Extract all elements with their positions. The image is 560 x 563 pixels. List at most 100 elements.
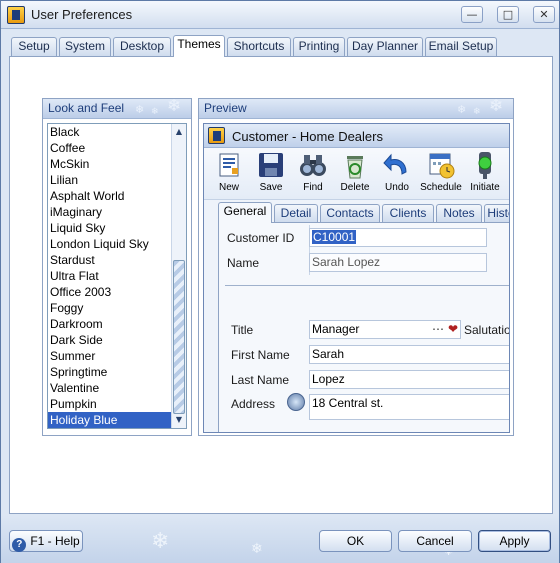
help-button[interactable]: ? F1 - Help	[9, 530, 83, 552]
general-form: Customer ID C10001 Name Sarah Lopez Titl…	[218, 222, 509, 432]
last-name-label: Last Name	[231, 373, 290, 387]
tab-system[interactable]: System	[59, 37, 111, 56]
theme-list-item[interactable]: iMaginary	[48, 204, 186, 220]
window-title: User Preferences	[31, 7, 133, 22]
globe-icon[interactable]	[287, 393, 305, 411]
maximize-button[interactable]: □	[497, 6, 519, 23]
tab-history[interactable]: Histo	[484, 204, 509, 222]
preview-window-title: Customer - Home Dealers	[232, 129, 383, 144]
new-icon	[219, 153, 239, 177]
theme-list-item[interactable]: Asphalt World	[48, 188, 186, 204]
salutation-label: Salutation	[464, 323, 509, 337]
theme-list-scrollbar[interactable]: ▲ ▼	[171, 124, 186, 428]
name-field[interactable]: Sarah Lopez	[309, 253, 487, 272]
theme-list-item[interactable]: Lilian	[48, 172, 186, 188]
theme-list-item[interactable]: Ultra Flat	[48, 268, 186, 284]
theme-list-item[interactable]: Summer	[48, 348, 186, 364]
look-and-feel-title: Look and Feel	[48, 101, 125, 115]
snowflake-icon: ❄	[457, 103, 467, 116]
title-bar[interactable]: User Preferences — □ ✕	[1, 1, 559, 29]
theme-list-item[interactable]: Stardust	[48, 252, 186, 268]
snowflake-icon: ❄	[135, 103, 145, 116]
last-name-field[interactable]: Lopez	[309, 370, 509, 389]
tab-shortcuts[interactable]: Shortcuts	[227, 37, 291, 56]
theme-list-item[interactable]: Foggy	[48, 300, 186, 316]
theme-list-item[interactable]: McSkin	[48, 156, 186, 172]
first-name-field[interactable]: Sarah	[309, 345, 509, 364]
look-and-feel-header: Look and Feel ❄ ❄ ❄	[43, 99, 191, 119]
find-label: Find	[303, 182, 323, 193]
preview-title-bar: Customer - Home Dealers	[204, 124, 509, 148]
tab-detail[interactable]: Detail	[274, 204, 318, 222]
save-icon	[259, 153, 283, 177]
theme-list-item[interactable]: Pumpkin	[48, 396, 186, 412]
apply-button[interactable]: Apply	[478, 530, 551, 552]
minimize-button[interactable]: —	[461, 6, 483, 23]
scroll-up-icon[interactable]: ▲	[172, 125, 186, 139]
button-bar: ❄ ❄ ❄ ?F1 - Help OK Cancel Apply	[1, 515, 559, 563]
theme-list-item[interactable]: London Liquid Sky	[48, 236, 186, 252]
title-value: Manager	[312, 322, 360, 336]
calendar-clock-icon	[429, 153, 455, 179]
new-button[interactable]: New	[208, 150, 250, 198]
new-label: New	[218, 182, 239, 193]
theme-list-item[interactable]: Holiday Blue	[48, 412, 186, 428]
snowflake-icon: ❄	[489, 99, 504, 116]
snowflake-icon: ❄	[251, 541, 263, 557]
theme-list-item[interactable]: Liquid Sky	[48, 220, 186, 236]
save-label: Save	[259, 182, 283, 193]
help-icon: ?	[12, 538, 27, 552]
delete-button[interactable]: Delete	[334, 150, 376, 198]
ellipsis-icon[interactable]: ⋯	[432, 321, 444, 338]
tab-printing[interactable]: Printing	[293, 37, 345, 56]
tab-day-planner[interactable]: Day Planner	[347, 37, 423, 56]
address-label: Address	[231, 397, 276, 411]
scroll-thumb[interactable]	[173, 260, 185, 414]
title-label: Title	[231, 323, 254, 337]
customer-id-label: Customer ID	[227, 231, 295, 245]
snowflake-icon: ❄	[151, 107, 159, 117]
cancel-button[interactable]: Cancel	[398, 530, 472, 552]
preview-app-icon	[208, 127, 225, 144]
theme-list-item[interactable]: Office 2003	[48, 284, 186, 300]
preview-window: Customer - Home Dealers New Save Find De…	[203, 123, 510, 433]
tab-clients[interactable]: Clients	[382, 204, 434, 222]
theme-list-items: Black Coffee McSkin Lilian Asphalt World iMag…	[48, 124, 186, 428]
title-field[interactable]: Manager ⋯ ❤	[309, 320, 461, 339]
tab-themes[interactable]: Themes	[173, 35, 225, 57]
delete-label: Delete	[340, 182, 370, 193]
preview-toolbar: New Save Find Delete Undo Schedule Initi…	[204, 148, 509, 200]
tab-setup[interactable]: Setup	[11, 37, 57, 56]
close-button[interactable]: ✕	[533, 6, 555, 23]
preview-group: Preview ❄ ❄ ❄ Customer - Home Dealers Ne…	[198, 98, 514, 436]
schedule-label: Schedule	[420, 182, 462, 193]
theme-list-item[interactable]: Valentine	[48, 380, 186, 396]
heart-icon[interactable]: ❤	[448, 321, 458, 338]
binoculars-icon	[300, 155, 326, 176]
customer-id-field[interactable]: C10001	[309, 228, 487, 247]
schedule-button[interactable]: Schedule	[418, 150, 464, 198]
theme-list[interactable]: Black Coffee McSkin Lilian Asphalt World iMag…	[47, 123, 187, 429]
scroll-down-icon[interactable]: ▼	[172, 413, 186, 427]
theme-list-item[interactable]: Springtime	[48, 364, 186, 380]
initiate-button[interactable]: Initiate	[464, 150, 506, 198]
theme-list-item[interactable]: Dark Side	[48, 332, 186, 348]
save-button[interactable]: Save	[250, 150, 292, 198]
undo-label: Undo	[385, 182, 409, 193]
tab-contacts[interactable]: Contacts	[320, 204, 380, 222]
address-field[interactable]: 18 Central st.	[309, 394, 509, 420]
traffic-light-icon	[478, 152, 492, 179]
find-button[interactable]: Find	[292, 150, 334, 198]
theme-list-item[interactable]: Black	[48, 124, 186, 140]
snowflake-icon: ❄	[151, 529, 170, 554]
ok-button[interactable]: OK	[319, 530, 392, 552]
undo-button[interactable]: Undo	[376, 150, 418, 198]
tab-general[interactable]: General	[218, 202, 272, 223]
tab-notes[interactable]: Notes	[436, 204, 482, 222]
undo-icon	[383, 153, 407, 175]
tab-desktop[interactable]: Desktop	[113, 37, 171, 56]
tab-email-setup[interactable]: Email Setup	[425, 37, 497, 56]
initiate-label: Initiate	[470, 182, 500, 193]
theme-list-item[interactable]: Darkroom	[48, 316, 186, 332]
theme-list-item[interactable]: Coffee	[48, 140, 186, 156]
